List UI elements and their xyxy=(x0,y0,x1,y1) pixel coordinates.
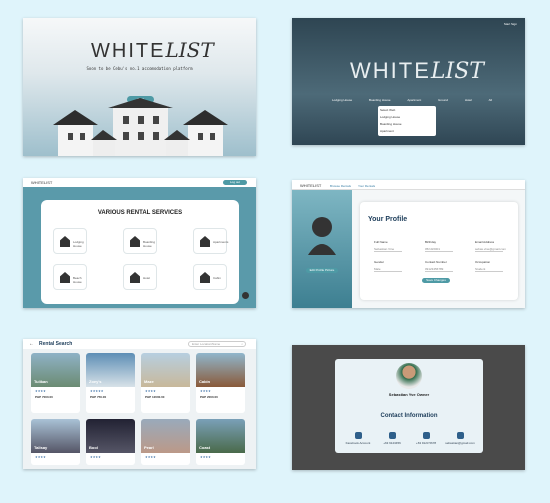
nav-browse[interactable]: Browse Rentals xyxy=(330,184,351,188)
hero-panel: Start Sign WHITELIST Lodging House Board… xyxy=(292,18,525,145)
mobile-icon xyxy=(422,432,430,439)
sign-in-link[interactable]: Start Sign xyxy=(504,22,517,26)
top-nav: WHITELIST Browse Rentals Your Rentals xyxy=(292,180,525,190)
brand-logo: WHITELIST xyxy=(350,58,484,84)
services-card: VARIOUS RENTAL SERVICES Lodging House Bo… xyxy=(41,200,239,304)
service-beach[interactable]: Beach House xyxy=(53,264,87,290)
services-panel: WHITELIST Log out VARIOUS RENTAL SERVICE… xyxy=(23,178,256,308)
field-contact[interactable]: Contact Number 09123456789 xyxy=(425,260,453,272)
beach-house-icon xyxy=(60,272,70,283)
service-cabin[interactable]: Cabin xyxy=(193,264,227,290)
contact-card: Sebastian Yve Owner Contact Information … xyxy=(335,359,483,453)
dropdown-option[interactable]: Lodging House xyxy=(380,115,434,119)
house-illustration xyxy=(53,98,228,156)
back-arrow-icon[interactable]: ← xyxy=(29,341,34,347)
field-email[interactable]: Email Address sebas.vine@gmail.com xyxy=(475,240,506,252)
settings-icon[interactable] xyxy=(242,292,249,299)
rental-card[interactable]: Maze ★★★★ PHP 12000.00 xyxy=(141,353,190,413)
menu-item[interactable]: Apartment xyxy=(407,98,421,102)
facebook-icon xyxy=(354,432,362,439)
rental-search-panel: ← Rental Search Enter Location/Name ⌕ Tul… xyxy=(23,339,256,469)
contact-facebook[interactable]: Facebook Account xyxy=(343,432,373,445)
section-title: Contact Information xyxy=(380,413,438,419)
save-changes-button[interactable]: Save Changes xyxy=(422,278,450,283)
email-icon xyxy=(456,432,464,439)
house-icon xyxy=(60,236,70,247)
logout-button[interactable]: Log out xyxy=(223,180,247,185)
search-header: ← Rental Search Enter Location/Name ⌕ xyxy=(23,339,256,349)
rental-card[interactable]: Bool ★★★★ xyxy=(86,419,135,465)
menu-item[interactable]: Ground xyxy=(438,98,448,102)
menu-item[interactable]: Boarding House xyxy=(369,98,391,102)
field-fullname[interactable]: Full Name Sebastian Vine xyxy=(374,240,402,252)
menu-item[interactable]: All xyxy=(489,98,492,102)
rental-card[interactable]: Tulikan ★★★★ PHP 7000.00 xyxy=(31,353,80,413)
brand-logo: WHITELIST xyxy=(31,180,53,185)
nav-your-rentals[interactable]: Your Rentals xyxy=(358,184,375,188)
owner-contact-panel: Sebastian Yve Owner Contact Information … xyxy=(292,345,525,470)
section-title: VARIOUS RENTAL SERVICES xyxy=(97,210,183,216)
tagline: Soon to be Cebu's no.1 accomodation plat… xyxy=(86,66,193,71)
dropdown-option[interactable]: Boarding House xyxy=(380,122,434,126)
rental-card[interactable]: Talisay ★★★★ xyxy=(31,419,80,465)
dropdown-option[interactable]: Apartment xyxy=(380,129,434,133)
menu-item[interactable]: Lodging House xyxy=(332,98,352,102)
dropdown-popup: Select Web Lodging House Boarding House … xyxy=(378,106,436,136)
building-icon xyxy=(130,236,140,247)
rental-card[interactable]: Pearl ★★★★ xyxy=(141,419,190,465)
service-lodging[interactable]: Lodging House xyxy=(53,228,87,254)
landing-panel: WHITELIST Soon to be Cebu's no.1 accomod… xyxy=(23,18,256,156)
brand-logo: WHITELIST xyxy=(91,38,214,62)
category-menu: Lodging House Boarding House Apartment G… xyxy=(332,98,492,102)
owner-name: Sebastian Yve Owner xyxy=(388,392,430,397)
page-title: Rental Search xyxy=(39,341,73,347)
menu-item[interactable]: Hotel xyxy=(465,98,472,102)
field-birthday[interactable]: Birthday 05/10/2001 xyxy=(425,240,453,252)
contact-email[interactable]: sebastian@gmail.com xyxy=(445,432,475,445)
field-gender[interactable]: Gender Male xyxy=(374,260,402,272)
hotel-icon xyxy=(130,272,140,283)
service-apartment[interactable]: Apartments xyxy=(193,228,228,254)
search-icon: ⌕ xyxy=(241,342,243,346)
apartment-icon xyxy=(200,236,210,247)
search-input[interactable]: Enter Location/Name ⌕ xyxy=(188,341,246,347)
top-nav: WHITELIST Log out xyxy=(23,178,256,187)
edit-photo-button[interactable]: Edit Profile Picture xyxy=(306,268,338,273)
cabin-icon xyxy=(200,272,210,283)
rating-stars: ★★★★ xyxy=(35,389,46,393)
avatar-icon xyxy=(308,217,336,255)
profile-card: Your Profile Full Name Sebastian Vine Bir… xyxy=(360,202,518,300)
field-occupation[interactable]: Occupation Student xyxy=(475,260,503,272)
avatar xyxy=(396,363,422,389)
contact-phone[interactable]: +63 9123456 xyxy=(377,432,407,445)
rental-card[interactable]: Cabin ★★★★ PHP 2000.00 xyxy=(196,353,245,413)
avatar-sidebar: Edit Profile Picture xyxy=(292,190,352,308)
phone-icon xyxy=(388,432,396,439)
page-title: Your Profile xyxy=(368,216,408,223)
rental-card[interactable]: Coast ★★★★ xyxy=(196,419,245,465)
brand-logo: WHITELIST xyxy=(300,183,322,188)
service-boarding[interactable]: Boarding House xyxy=(123,228,157,254)
contact-mobile[interactable]: +63 9123 5678 xyxy=(411,432,441,445)
rental-card[interactable]: Zoey's ★★★★★ PHP 750.00 xyxy=(86,353,135,413)
profile-panel: WHITELIST Browse Rentals Your Rentals Ed… xyxy=(292,180,525,308)
service-hotel[interactable]: Hotel xyxy=(123,264,157,290)
